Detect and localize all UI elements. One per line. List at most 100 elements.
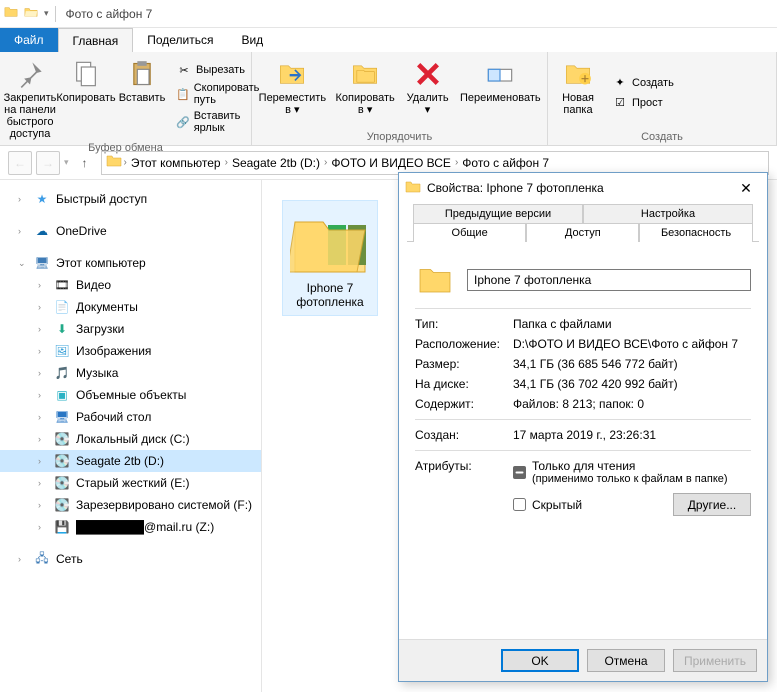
quick-access-toolbar: ▾ [4,5,49,22]
group-new-label: Создать [554,129,770,143]
nav-video[interactable]: ›🎞Видео [0,274,261,296]
paste-button[interactable]: Вставить [118,56,166,140]
desktop-icon: 🖥 [54,409,70,425]
tab-home[interactable]: Главная [58,28,134,52]
tab-share[interactable]: Поделиться [133,28,227,52]
hidden-checkbox[interactable] [513,498,526,511]
tab-view[interactable]: Вид [227,28,277,52]
tab-customize[interactable]: Настройка [583,204,753,223]
newfolder-button[interactable]: Новая папка [554,56,602,129]
close-button[interactable]: ✕ [731,176,761,200]
nav-downloads[interactable]: ›⬇Загрузки [0,318,261,340]
crumb-folder2[interactable]: Фото с айфон 7 [460,156,551,170]
name-field[interactable] [467,269,751,291]
ribbon: Закрепить на панели быстрого доступа Коп… [0,52,777,146]
nav-quickaccess[interactable]: ›★Быстрый доступ [0,188,261,210]
pin-icon [14,58,46,90]
readonly-label: Только для чтения [532,459,728,473]
copypath-button[interactable]: 📋Скопировать путь [174,81,264,107]
music-icon: 🎵 [54,365,70,381]
rename-icon [484,58,516,90]
cube-icon: ▣ [54,387,70,403]
readonly-checkbox[interactable] [513,466,526,479]
others-button[interactable]: Другие... [673,493,751,516]
pastelink-button[interactable]: 🔗Вставить ярлык [174,109,264,135]
cloud-icon: ☁ [34,223,50,239]
newfolder-icon [562,58,594,90]
value-contains: Файлов: 8 213; папок: 0 [513,397,751,411]
nav-pictures[interactable]: ›🖼Изображения [0,340,261,362]
nav-back-button[interactable]: ← [8,151,32,175]
video-icon: 🎞 [54,277,70,293]
folder-caption: Iphone 7 фотопленка [289,281,371,309]
tab-previous-versions[interactable]: Предыдущие версии [413,204,583,223]
cancel-button[interactable]: Отмена [587,649,665,672]
label-size: Размер: [415,357,513,371]
dialog-tabs: Предыдущие версии Настройка Общие Доступ… [407,203,759,242]
nav-up-button[interactable]: ↑ [73,151,97,175]
computer-icon: 🖥 [34,255,50,271]
label-location: Расположение: [415,337,513,351]
nav-music[interactable]: ›🎵Музыка [0,362,261,384]
nav-old-e[interactable]: ›💽Старый жесткий (E:) [0,472,261,494]
netdrive-icon: 💾 [54,519,70,535]
nav-reserved-f[interactable]: ›💽Зарезервировано системой (F:) [0,494,261,516]
cut-button[interactable]: ✂Вырезать [174,61,264,79]
value-location: D:\ФОТО И ВИДЕО ВСЕ\Фото с айфон 7 [513,337,751,351]
tab-general[interactable]: Общие [413,223,526,242]
ribbon-tabs: Файл Главная Поделиться Вид [0,28,777,52]
copyto-icon [349,58,381,90]
shortcut-icon: 🔗 [176,114,190,130]
nav-local-c[interactable]: ›💽Локальный диск (C:) [0,428,261,450]
copyto-button[interactable]: Копировать в ▾ [335,56,396,129]
dialog-titlebar[interactable]: Свойства: Iphone 7 фотопленка ✕ [399,173,767,203]
crumb-folder1[interactable]: ФОТО И ВИДЕО ВСЕ [329,156,453,170]
nav-history-dropdown[interactable]: ▾ [64,157,69,168]
nav-desktop[interactable]: ›🖥Рабочий стол [0,406,261,428]
folder-icon [4,5,18,22]
dialog-footer: OK Отмена Применить [399,639,767,681]
create-button[interactable]: ✦Создать [610,74,676,92]
rename-button[interactable]: Переименовать [460,56,541,129]
crumb-thispc[interactable]: Этот компьютер [129,156,223,170]
nav-mailru-z[interactable]: ›💾████████@mail.ru (Z:) [0,516,261,538]
folder-large-icon [415,260,455,300]
drive-icon: 💽 [54,497,70,513]
nav-forward-button[interactable]: → [36,151,60,175]
copy-button[interactable]: Копировать [62,56,110,140]
nav-3dobjects[interactable]: ›▣Объемные объекты [0,384,261,406]
pictures-icon: 🖼 [54,343,70,359]
folder-item[interactable]: Iphone 7 фотопленка [282,200,378,316]
qat-dropdown-icon[interactable]: ▾ [44,8,49,19]
breadcrumb[interactable]: › Этот компьютер› Seagate 2tb (D:)› ФОТО… [101,151,769,175]
drive-icon: 💽 [54,475,70,491]
tab-access[interactable]: Доступ [526,223,639,242]
create-icon: ✦ [612,75,628,91]
label-type: Тип: [415,317,513,331]
network-icon: 🖧 [34,551,50,567]
paste-icon [126,58,158,90]
pin-quickaccess-button[interactable]: Закрепить на панели быстрого доступа [6,56,54,140]
cut-icon: ✂ [176,62,192,78]
nav-seagate-d[interactable]: ›💽Seagate 2tb (D:) [0,450,261,472]
tab-security[interactable]: Безопасность [639,223,752,242]
folder-thumb-icon [290,207,370,277]
crumb-drive[interactable]: Seagate 2tb (D:) [230,156,322,170]
value-size: 34,1 ГБ (36 685 546 772 байт) [513,357,751,371]
value-type: Папка с файлами [513,317,751,331]
tab-file[interactable]: Файл [0,28,58,52]
readonly-checkbox-row: Только для чтения (применимо только к фа… [513,459,751,485]
nav-docs[interactable]: ›📄Документы [0,296,261,318]
delete-button[interactable]: Удалить ▾ [404,56,452,129]
apply-button[interactable]: Применить [673,649,757,672]
window-title: Фото с айфон 7 [66,7,153,21]
nav-thispc[interactable]: ⌄🖥Этот компьютер [0,252,261,274]
moveto-icon [276,58,308,90]
copy-icon [70,58,102,90]
nav-onedrive[interactable]: ›☁OneDrive [0,220,261,242]
moveto-button[interactable]: Переместить в ▾ [258,56,327,129]
easy-button[interactable]: ☑Прост [610,94,676,112]
nav-network[interactable]: ›🖧Сеть [0,548,261,570]
download-icon: ⬇ [54,321,70,337]
ok-button[interactable]: OK [501,649,579,672]
